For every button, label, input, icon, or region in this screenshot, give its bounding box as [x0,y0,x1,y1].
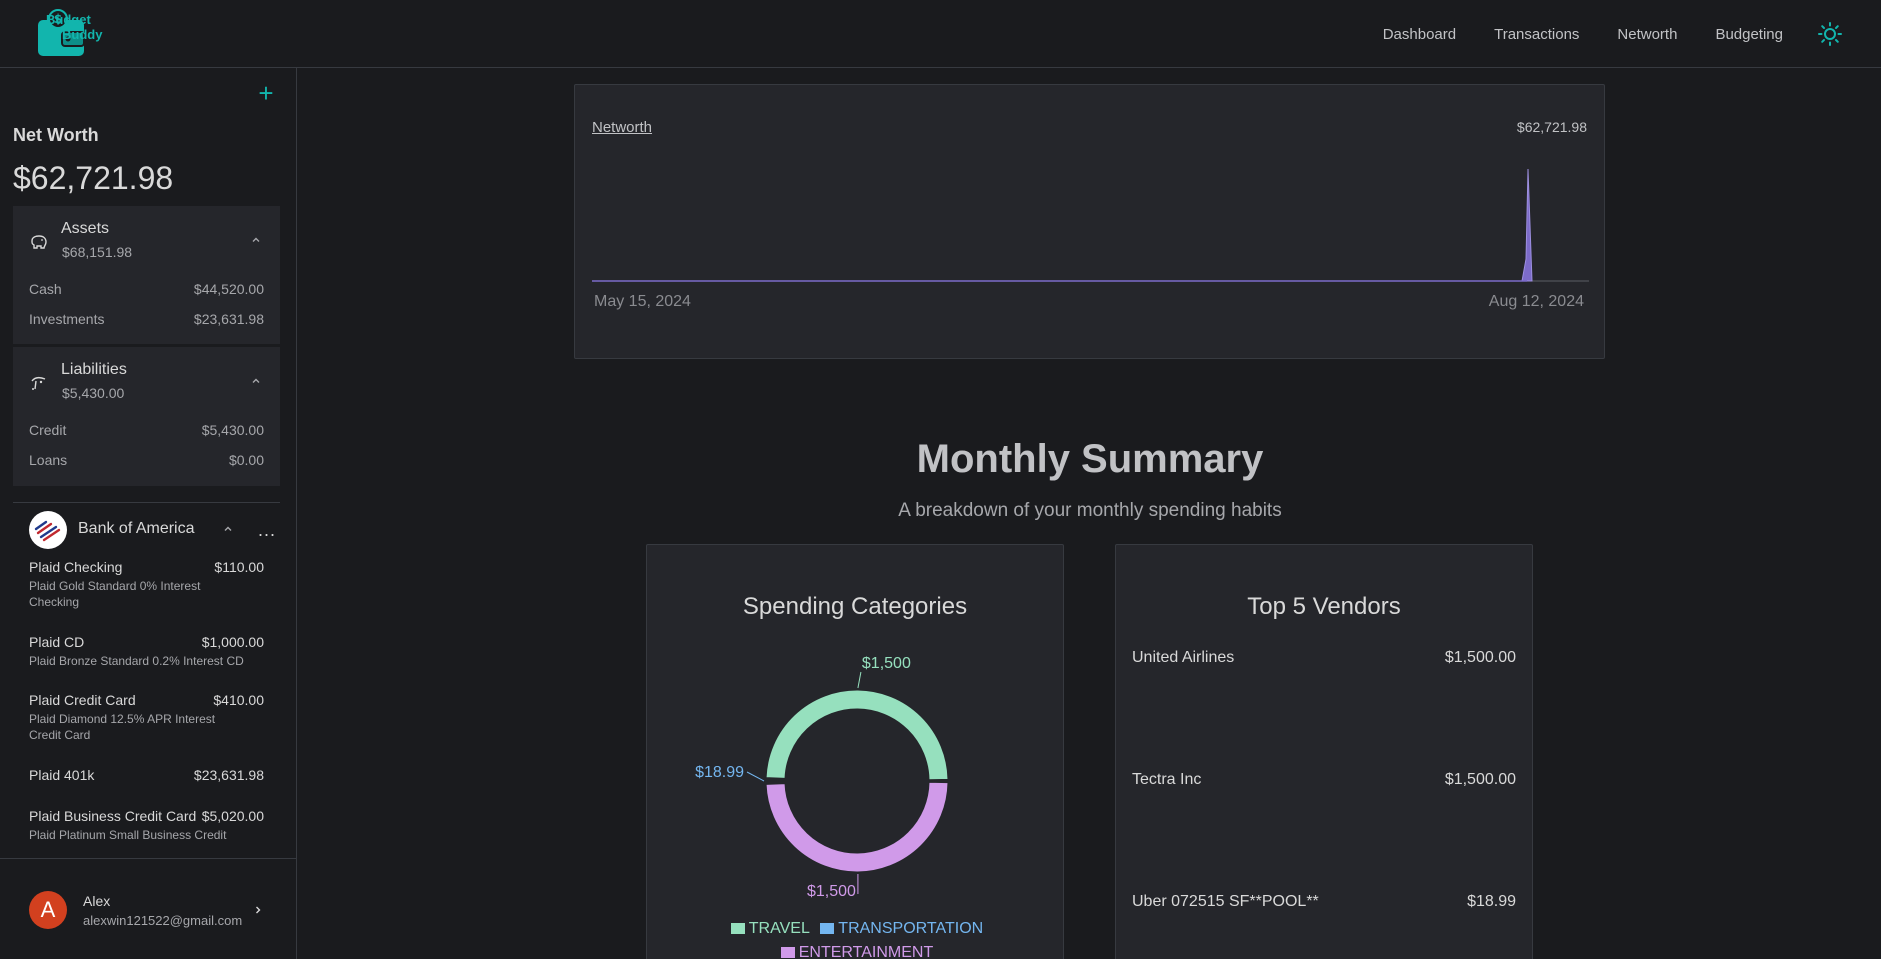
legend-item[interactable]: TRANSPORTATION [820,917,983,941]
account-value: $410.00 [213,692,264,708]
assets-total: $68,151.98 [62,244,133,260]
account-name: Plaid Credit Card [29,692,136,708]
donut-value-label: $1,500 [807,883,856,900]
donut-label-line [746,771,765,782]
networth-link[interactable]: Networth [592,119,652,136]
account-value: $5,020.00 [201,808,264,824]
legend-label: TRANSPORTATION [838,920,984,937]
liabilities-row-credit: Credit $5,430.00 [29,422,264,438]
account-value: $110.00 [214,559,264,575]
vendor-row[interactable]: United Airlines $1,500.00 [1132,649,1516,667]
account-desc: Plaid Bronze Standard 0.2% Interest CD [29,654,244,668]
legend-item[interactable]: TRAVEL [730,917,810,941]
monthly-summary-title: Monthly Summary [916,437,1264,481]
liabilities-total: $5,430.00 [62,385,125,401]
networth-area-chart[interactable] [592,169,1589,289]
networth-title: Net Worth [13,125,99,145]
app-name-line2: Buddy [62,27,103,42]
legend-swatch [820,923,835,934]
vendor-name: Tectra Inc [1132,771,1202,788]
account-item[interactable]: Plaid Credit Card $410.00 Plaid Diamond … [29,690,264,743]
row-value: $23,631.98 [193,311,264,327]
x-tick-end: Aug 12, 2024 [1488,293,1584,310]
user-email: alexwin121522@gmail.com [83,913,243,928]
bank-name[interactable]: Bank of America [78,520,195,538]
hand-coin-icon [31,376,46,390]
app-name-line1: Budget [46,12,91,27]
account-item[interactable]: Plaid CD $1,000.00 Plaid Bronze Standard… [29,632,264,669]
monthly-summary-subtitle: A breakdown of your monthly spending hab… [898,500,1282,521]
chevron-up-icon[interactable] [250,375,262,387]
assets-row-investments: Investments $23,631.98 [29,311,264,327]
vendor-name: Uber 072515 SF**POOL** [1132,893,1319,910]
account-desc: Plaid Gold Standard 0% Interest Checking [29,579,201,609]
account-item[interactable]: Plaid 401k $23,631.98 [29,765,264,786]
user-profile[interactable]: A Alex alexwin121522@gmail.com [0,858,296,959]
legend-label: TRAVEL [748,920,810,937]
vendor-row[interactable]: Tectra Inc $1,500.00 [1132,771,1516,789]
row-label: Credit [29,422,67,438]
row-label: Investments [29,311,105,327]
chevron-right-icon[interactable] [253,904,263,916]
top-header: $ Budget Buddy Dashboard Transactions Ne… [0,0,1881,68]
account-name: Plaid CD [29,634,85,650]
nav-networth[interactable]: Networth [1617,26,1677,43]
legend-swatch [780,947,795,958]
liabilities-title[interactable]: Liabilities [61,361,127,379]
vendor-name: United Airlines [1132,649,1235,666]
piggy-bank-icon [31,235,47,249]
legend-label: ENTERTAINMENT [798,944,934,959]
spending-title: Spending Categories [742,593,968,620]
account-value: $1,000.00 [201,634,264,650]
app-name: Budget Buddy [46,12,102,42]
donut-label-line [857,671,862,689]
x-tick-start: May 15, 2024 [594,293,691,310]
nav-transactions[interactable]: Transactions [1494,26,1579,43]
chart-legend: TRAVEL TRANSPORTATION ENTERTAINMENT [687,917,1027,959]
user-name: Alex [83,893,111,909]
account-value: $23,631.98 [193,767,264,783]
vendor-amount: $1,500.00 [1444,649,1516,666]
row-value: $5,430.00 [201,422,264,438]
spending-donut-chart[interactable]: $1,500 $18.99 $1,500 [687,643,1027,943]
networth-area [592,169,1533,282]
account-desc: Plaid Platinum Small Business Credit [29,828,227,842]
top-vendors-card: Top 5 Vendors United Airlines $1,500.00 … [1115,544,1533,959]
assets-title[interactable]: Assets [61,220,109,238]
account-name: Plaid Business Credit Card [29,808,197,824]
vendor-amount: $1,500.00 [1444,771,1516,788]
account-item[interactable]: Plaid Checking $110.00 Plaid Gold Standa… [29,557,264,610]
vendor-amount: $18.99 [1467,893,1516,910]
account-item[interactable]: Plaid Business Credit Card $5,020.00 Pla… [29,806,264,843]
chevron-up-icon[interactable] [250,234,262,246]
more-options-icon[interactable]: ... [258,520,276,541]
account-name: Plaid 401k [29,767,95,783]
row-value: $44,520.00 [193,281,264,297]
vendors-title: Top 5 Vendors [1247,593,1401,620]
networth-chart-card: Networth $62,721.98 May 15, 2024 Aug 12,… [574,84,1605,359]
account-list: Plaid Checking $110.00 Plaid Gold Standa… [0,555,296,858]
vendor-row[interactable]: Uber 072515 SF**POOL** $18.99 [1132,893,1516,911]
legend-item[interactable]: ENTERTAINMENT [780,941,934,959]
avatar: A [29,891,67,929]
plus-icon[interactable]: + [256,80,276,106]
networth-chart-value: $62,721.98 [1516,119,1587,135]
donut-value-label: $18.99 [695,764,744,781]
main-nav: Dashboard Transactions Networth Budgetin… [1383,0,1881,68]
sun-icon[interactable] [1817,21,1843,47]
account-desc: Plaid Diamond 12.5% APR Interest Credit … [29,712,216,742]
donut-slice-entertainment[interactable] [765,781,949,873]
donut-value-label: $1,500 [862,655,911,672]
networth-value: $62,721.98 [13,160,174,196]
nav-dashboard[interactable]: Dashboard [1383,26,1456,43]
donut-slice-travel[interactable] [765,689,949,781]
row-label: Cash [29,281,62,297]
nav-budgeting[interactable]: Budgeting [1715,26,1783,43]
assets-row-cash: Cash $44,520.00 [29,281,264,297]
legend-swatch [730,923,745,934]
account-name: Plaid Checking [29,559,123,575]
spending-categories-card: Spending Categories $1,500 $18.99 $1,500 T… [646,544,1064,959]
assets-panel: Assets $68,151.98 Cash $44,520.00 Invest… [13,206,280,344]
chevron-up-icon[interactable] [222,523,234,535]
